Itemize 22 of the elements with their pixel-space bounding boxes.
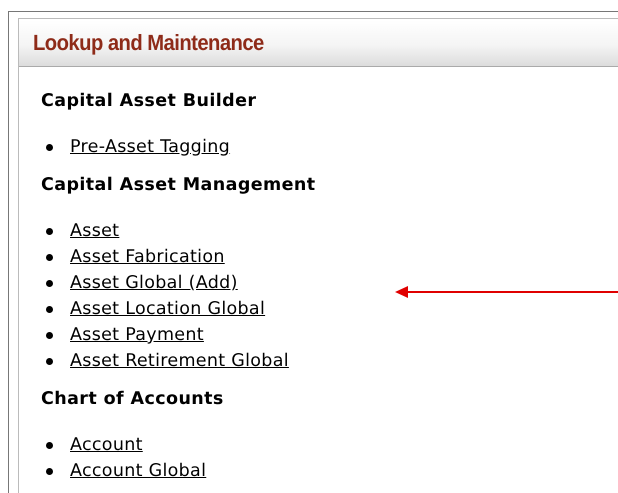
menu-link[interactable]: Asset Retirement Global (70, 350, 289, 372)
bullet-icon (46, 358, 53, 364)
bullet-icon (46, 332, 53, 338)
bullet-icon (46, 468, 53, 474)
menu-link[interactable]: Asset Payment (70, 324, 204, 346)
menu-link[interactable]: Account Global (70, 460, 206, 482)
menu-link[interactable]: Pre-Asset Tagging (70, 136, 230, 158)
menu-link[interactable]: Asset Fabrication (70, 246, 225, 268)
bullet-icon (46, 280, 53, 286)
bullet-icon (46, 144, 53, 150)
bullet-icon (46, 228, 53, 234)
section-heading: Chart of Accounts (41, 388, 225, 411)
menu-link[interactable]: Asset Global (Add) (70, 272, 238, 294)
section-heading: Capital Asset Management (41, 174, 317, 197)
panel-title: Lookup and Maintenance (33, 30, 264, 56)
menu-link[interactable]: Asset (70, 220, 120, 242)
bullet-icon (46, 306, 53, 312)
menu-link[interactable]: Asset Location Global (70, 298, 266, 320)
bullet-icon (46, 254, 53, 260)
section-heading: Capital Asset Builder (41, 90, 258, 113)
menu-link[interactable]: Account (70, 434, 143, 456)
bullet-icon (46, 442, 53, 448)
